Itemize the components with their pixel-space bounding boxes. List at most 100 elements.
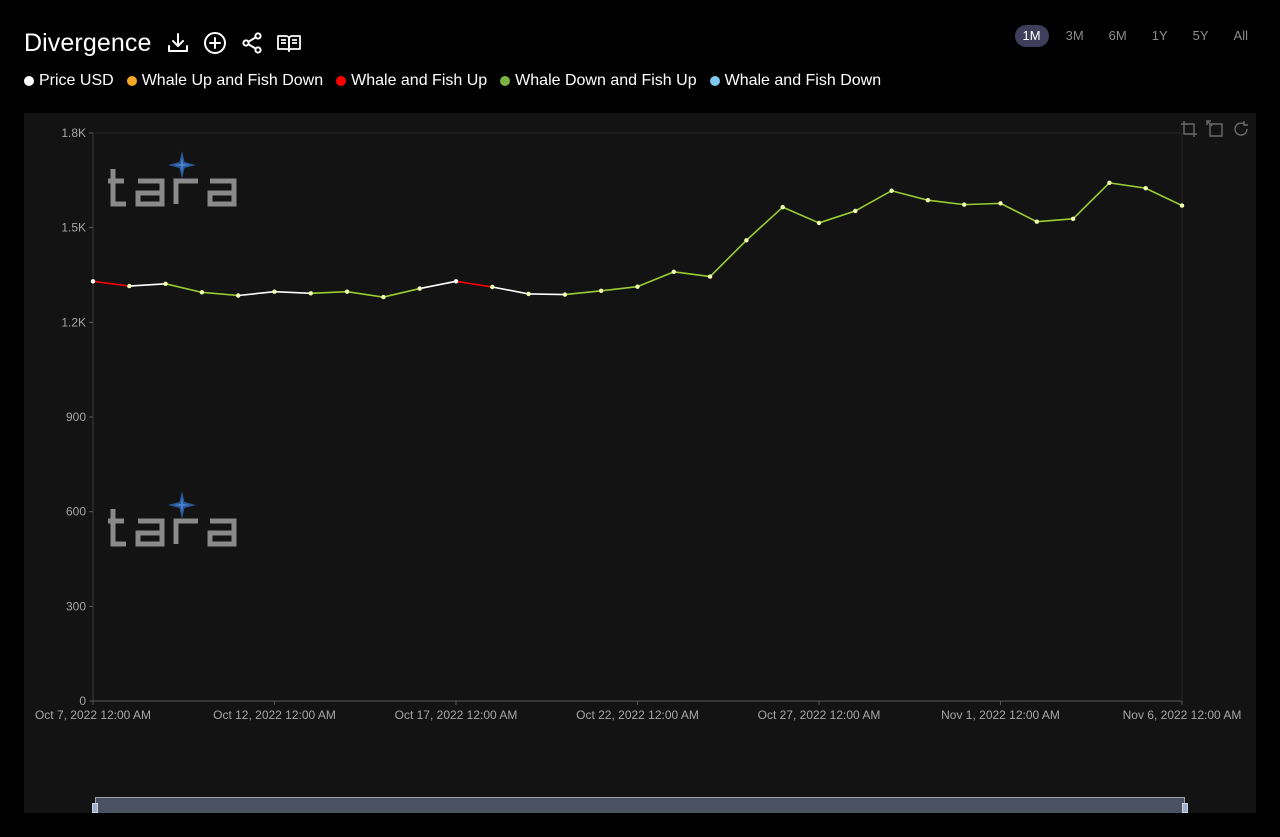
tara-watermark-logo bbox=[108, 489, 268, 551]
data-point bbox=[236, 293, 241, 298]
slider-handle-right[interactable] bbox=[1182, 803, 1188, 813]
legend-dot bbox=[126, 76, 137, 86]
tab-1y[interactable]: 1Y bbox=[1144, 25, 1176, 47]
data-point bbox=[127, 283, 132, 289]
line-segment bbox=[999, 202, 1038, 223]
line-segment bbox=[491, 286, 530, 295]
y-tick-label: 600 bbox=[66, 505, 86, 519]
x-tick-label: Oct 7, 2022 12:00 AM bbox=[35, 708, 151, 722]
data-point bbox=[1107, 180, 1112, 186]
data-point bbox=[889, 188, 894, 193]
chart-header: Divergence bbox=[24, 24, 313, 62]
legend-item-whale-fish-up[interactable]: Whale and Fish Up bbox=[336, 72, 487, 90]
line-segment bbox=[672, 271, 711, 278]
line-segment bbox=[927, 199, 966, 206]
data-point bbox=[1034, 219, 1039, 224]
legend-item-whale-fish-down[interactable]: Whale and Fish Down bbox=[709, 72, 882, 90]
legend-item-price-usd[interactable]: Price USD bbox=[24, 72, 114, 90]
line-segment bbox=[201, 291, 239, 297]
data-point bbox=[417, 286, 422, 291]
line-segment bbox=[781, 206, 820, 224]
data-point bbox=[562, 292, 568, 297]
tab-3m[interactable]: 3M bbox=[1058, 25, 1092, 47]
data-point bbox=[744, 238, 749, 243]
x-tick-label: Oct 17, 2022 12:00 AM bbox=[395, 708, 518, 722]
data-point bbox=[1070, 216, 1076, 222]
legend-dot bbox=[24, 76, 34, 86]
y-tick-label: 1.8K bbox=[61, 126, 86, 140]
line-segment bbox=[890, 189, 929, 202]
data-point bbox=[962, 202, 967, 207]
line-segment bbox=[309, 290, 348, 295]
line-segment bbox=[92, 280, 131, 287]
data-point bbox=[490, 284, 495, 290]
legend-label: Price USD bbox=[39, 72, 114, 89]
chart-legend: Price USD Whale Up and Fish Down Whale a… bbox=[24, 72, 894, 90]
data-point bbox=[453, 279, 459, 284]
y-tick-label: 1.5K bbox=[61, 221, 86, 235]
data-point bbox=[635, 284, 640, 289]
legend-dot bbox=[336, 76, 347, 86]
line-segment bbox=[1072, 182, 1111, 220]
download-icon[interactable] bbox=[165, 30, 191, 56]
tab-5y[interactable]: 5Y bbox=[1185, 25, 1217, 47]
data-point bbox=[344, 289, 350, 294]
legend-dot bbox=[500, 76, 511, 86]
restore-icon[interactable] bbox=[1232, 120, 1250, 138]
tab-all[interactable]: All bbox=[1226, 25, 1256, 47]
data-zoom-slider[interactable] bbox=[95, 797, 1185, 813]
data-point bbox=[1179, 203, 1185, 208]
data-point bbox=[925, 198, 931, 203]
x-tick-label: Nov 6, 2022 12:00 AM bbox=[1123, 708, 1242, 722]
data-point bbox=[780, 204, 785, 210]
legend-label: Whale Up and Fish Down bbox=[141, 72, 324, 89]
zoom-select-icon[interactable] bbox=[1180, 120, 1198, 138]
line-segment bbox=[527, 293, 566, 296]
line-segment bbox=[564, 289, 603, 296]
data-point bbox=[599, 288, 604, 293]
x-tick-label: Oct 22, 2022 12:00 AM bbox=[576, 708, 699, 722]
data-point bbox=[272, 289, 277, 294]
line-segment bbox=[963, 202, 1002, 206]
data-point bbox=[90, 279, 96, 284]
zoom-reset-icon[interactable] bbox=[1206, 120, 1224, 138]
data-point bbox=[199, 290, 205, 295]
data-point bbox=[816, 220, 822, 226]
y-tick-label: 1.2K bbox=[61, 315, 86, 329]
legend-item-whale-down-fish-up[interactable]: Whale Down and Fish Up bbox=[500, 72, 697, 90]
line-segment bbox=[346, 290, 385, 298]
data-point bbox=[853, 208, 858, 214]
line-segment bbox=[600, 285, 639, 292]
line-segment bbox=[418, 280, 457, 290]
book-icon[interactable] bbox=[276, 30, 302, 56]
tab-6m[interactable]: 6M bbox=[1101, 25, 1135, 47]
data-point bbox=[526, 291, 531, 297]
data-point bbox=[381, 294, 386, 300]
line-segment bbox=[164, 283, 203, 294]
chart-toolbox bbox=[1172, 120, 1250, 138]
tab-1m[interactable]: 1M bbox=[1014, 25, 1049, 47]
legend-label: Whale and Fish Up bbox=[351, 72, 488, 89]
line-segment bbox=[818, 210, 857, 224]
slider-handle-left[interactable] bbox=[92, 803, 98, 813]
legend-label: Whale and Fish Down bbox=[724, 72, 882, 89]
x-tick-label: Oct 27, 2022 12:00 AM bbox=[758, 708, 881, 722]
line-segment bbox=[1035, 218, 1074, 223]
line-segment bbox=[382, 287, 421, 298]
legend-item-whale-up-fish-down[interactable]: Whale Up and Fish Down bbox=[126, 72, 324, 90]
line-segment bbox=[128, 283, 167, 287]
y-tick-label: 0 bbox=[79, 694, 86, 708]
tara-watermark-logo bbox=[108, 149, 268, 211]
add-circle-icon[interactable] bbox=[202, 30, 228, 56]
legend-dot bbox=[709, 76, 720, 86]
legend-label: Whale Down and Fish Up bbox=[515, 72, 697, 89]
share-icon[interactable] bbox=[239, 30, 265, 56]
x-tick-label: Oct 12, 2022 12:00 AM bbox=[213, 708, 336, 722]
line-chart[interactable]: 0 300 600 900 1.2K 1.5K 1.8K Oct 7, 2022 12:00 … bbox=[24, 113, 1256, 813]
chart-panel: 0 300 600 900 1.2K 1.5K 1.8K Oct 7, 2022 12:00 … bbox=[24, 113, 1256, 813]
data-point bbox=[998, 201, 1003, 206]
data-point bbox=[308, 291, 313, 296]
data-point bbox=[671, 269, 676, 275]
line-segment bbox=[709, 239, 748, 278]
line-segment bbox=[636, 271, 675, 288]
